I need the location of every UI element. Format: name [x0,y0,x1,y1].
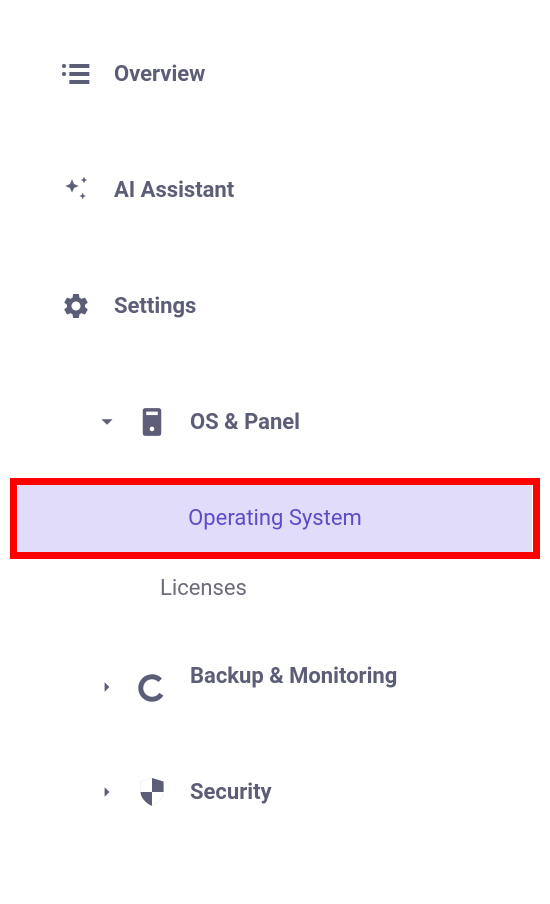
chevron-down-icon [100,415,114,429]
nav-item-os-panel[interactable]: OS & Panel [0,388,550,456]
nav-label-licenses: Licenses [160,576,247,601]
nav-label-os-panel: OS & Panel [190,410,300,435]
gear-icon [60,290,92,322]
nav-label-security: Security [190,780,272,805]
chevron-right-icon [100,785,114,799]
nav-item-overview[interactable]: Overview [0,40,550,108]
sparkles-icon [60,174,92,206]
nav-item-ai-assistant[interactable]: AI Assistant [0,156,550,224]
shield-icon [136,776,168,808]
nav-item-licenses[interactable]: Licenses [0,553,550,624]
nav-label-operating-system: Operating System [188,506,362,531]
progress-circle-icon [136,672,168,704]
nav-label-backup-monitoring: Backup & Monitoring [190,662,397,693]
nav-item-operating-system[interactable]: Operating System [18,484,532,553]
nav-label-overview: Overview [114,62,205,87]
chevron-right-icon [100,680,114,694]
nav-item-operating-system-wrapper: Operating System [10,484,540,553]
nav-item-backup-monitoring[interactable]: Backup & Monitoring [0,652,550,714]
list-icon [60,58,92,90]
nav-label-settings: Settings [114,294,196,319]
server-icon [136,406,168,438]
nav-item-security[interactable]: Security [0,758,550,826]
nav-item-settings[interactable]: Settings [0,272,550,340]
nav-label-ai-assistant: AI Assistant [114,178,234,203]
